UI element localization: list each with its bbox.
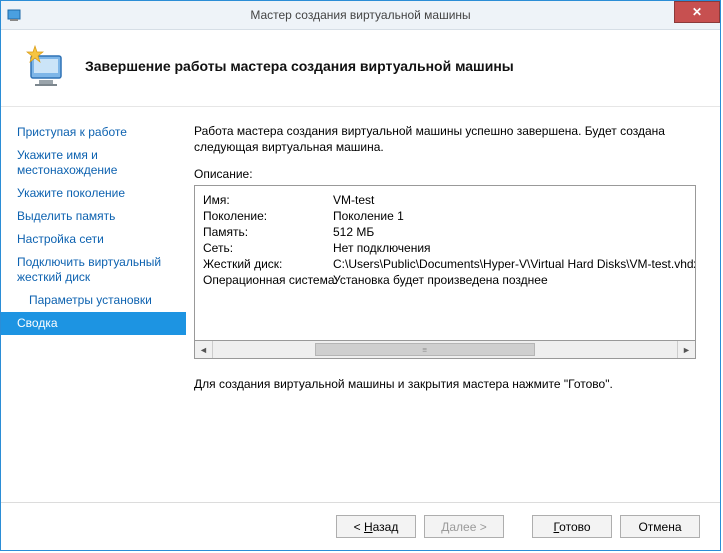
cancel-button[interactable]: Отмена xyxy=(620,515,700,538)
scroll-track[interactable]: ≡ xyxy=(213,341,677,358)
summary-label: Память: xyxy=(203,225,333,239)
sidebar-item-3[interactable]: Выделить память xyxy=(1,205,186,228)
page-title: Завершение работы мастера создания вирту… xyxy=(85,58,514,74)
wizard-window: Мастер создания виртуальной машины ✕ Зав… xyxy=(0,0,721,551)
scroll-thumb[interactable]: ≡ xyxy=(315,343,535,356)
summary-label: Операционная система: xyxy=(203,273,333,287)
summary-value: Установка будет произведена позднее xyxy=(333,273,548,287)
scroll-right-arrow[interactable]: ► xyxy=(677,341,695,358)
summary-value: Поколение 1 xyxy=(333,209,404,223)
summary-label: Жесткий диск: xyxy=(203,257,333,271)
summary-label: Сеть: xyxy=(203,241,333,255)
sidebar-item-2[interactable]: Укажите поколение xyxy=(1,182,186,205)
sidebar-item-5[interactable]: Подключить виртуальный жесткий диск xyxy=(1,251,186,289)
sidebar-item-6[interactable]: Параметры установки xyxy=(1,289,186,312)
back-button[interactable]: < Назад xyxy=(336,515,416,538)
scroll-left-arrow[interactable]: ◄ xyxy=(195,341,213,358)
titlebar: Мастер создания виртуальной машины ✕ xyxy=(1,1,720,30)
summary-value: C:\Users\Public\Documents\Hyper-V\Virtua… xyxy=(333,257,696,271)
sidebar-item-7[interactable]: Сводка xyxy=(1,312,186,335)
close-button[interactable]: ✕ xyxy=(674,1,720,23)
button-bar: < Назад Далее > Готово Отмена xyxy=(1,502,720,550)
sidebar-item-1[interactable]: Укажите имя и местонахождение xyxy=(1,144,186,182)
summary-row: Жесткий диск:C:\Users\Public\Documents\H… xyxy=(203,256,687,272)
summary-row: Поколение:Поколение 1 xyxy=(203,208,687,224)
summary-row: Сеть:Нет подключения xyxy=(203,240,687,256)
summary-label: Имя: xyxy=(203,193,333,207)
next-button: Далее > xyxy=(424,515,504,538)
sidebar-item-4[interactable]: Настройка сети xyxy=(1,228,186,251)
summary-row: Имя:VM-test xyxy=(203,192,687,208)
window-title: Мастер создания виртуальной машины xyxy=(1,8,720,22)
description-label: Описание: xyxy=(194,167,696,181)
summary-row: Операционная система:Установка будет про… xyxy=(203,272,687,288)
content-pane: Работа мастера создания виртуальной маши… xyxy=(186,107,720,502)
horizontal-scrollbar[interactable]: ◄ ≡ ► xyxy=(194,341,696,359)
summary-value: VM-test xyxy=(333,193,374,207)
summary-value: Нет подключения xyxy=(333,241,431,255)
summary-label: Поколение: xyxy=(203,209,333,223)
wizard-body: Приступая к работеУкажите имя и местонах… xyxy=(1,107,720,502)
finish-button[interactable]: Готово xyxy=(532,515,612,538)
wizard-icon xyxy=(23,42,71,90)
summary-value: 512 МБ xyxy=(333,225,374,239)
app-icon xyxy=(7,7,23,23)
summary-box: Имя:VM-testПоколение:Поколение 1Память:5… xyxy=(194,185,696,341)
close-icon: ✕ xyxy=(692,5,702,19)
footer-note: Для создания виртуальной машины и закрыт… xyxy=(194,377,696,391)
intro-text: Работа мастера создания виртуальной маши… xyxy=(194,123,696,155)
wizard-header: Завершение работы мастера создания вирту… xyxy=(1,30,720,107)
sidebar-item-0[interactable]: Приступая к работе xyxy=(1,121,186,144)
sidebar: Приступая к работеУкажите имя и местонах… xyxy=(1,107,186,502)
summary-row: Память:512 МБ xyxy=(203,224,687,240)
